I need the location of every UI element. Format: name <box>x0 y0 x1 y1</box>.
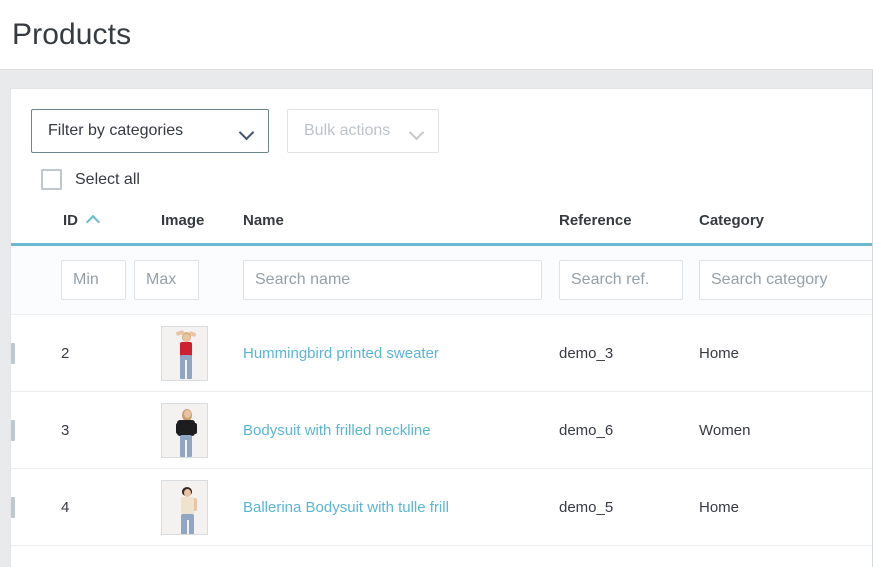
header-checkbox-column <box>11 212 61 246</box>
caret-up-icon[interactable] <box>87 214 100 224</box>
column-header-image-label: Image <box>161 212 205 229</box>
table-body: 2 Hummingbird printed sweater demo_3 Hom… <box>11 314 872 546</box>
table-row[interactable]: 3 Bodysuit with frilled neckline demo_6 … <box>11 391 872 469</box>
filter-cell-category <box>699 244 872 315</box>
bulk-actions-button[interactable]: Bulk actions <box>287 109 440 153</box>
column-header-id[interactable]: ID <box>61 212 161 246</box>
select-all-checkbox[interactable] <box>41 169 62 190</box>
row-checkbox-cell <box>11 391 61 469</box>
table-head: ID Image Name Reference Category <box>11 212 872 246</box>
workspace: Filter by categories Bulk actions Select… <box>0 70 873 567</box>
chevron-down-icon <box>240 127 254 136</box>
column-header-category[interactable]: Category <box>699 212 872 246</box>
column-header-id-label: ID <box>63 212 78 229</box>
product-thumbnail <box>161 402 208 458</box>
chevron-down-icon <box>410 127 424 136</box>
product-name-link[interactable]: Ballerina Bodysuit with tulle frill <box>243 499 449 516</box>
search-reference-input[interactable] <box>559 260 683 300</box>
id-min-input[interactable] <box>61 260 126 300</box>
row-id: 2 <box>61 314 161 392</box>
row-name-cell: Hummingbird printed sweater <box>243 314 559 392</box>
row-category: Women <box>699 391 872 469</box>
column-header-image: Image <box>161 212 243 246</box>
row-reference: demo_6 <box>559 391 699 469</box>
product-name-link[interactable]: Bodysuit with frilled neckline <box>243 422 431 439</box>
row-checkbox[interactable] <box>11 496 15 518</box>
row-image-cell <box>161 391 243 469</box>
bulk-actions-label: Bulk actions <box>304 122 391 139</box>
column-header-category-label: Category <box>699 212 765 229</box>
toolbar: Filter by categories Bulk actions <box>11 89 872 153</box>
table-row[interactable]: 2 Hummingbird printed sweater demo_3 Hom… <box>11 314 872 392</box>
row-image-cell <box>161 314 243 392</box>
filter-cell-reference <box>559 244 699 315</box>
row-image-cell <box>161 468 243 546</box>
filter-row <box>11 244 872 315</box>
filter-by-categories-button[interactable]: Filter by categories <box>31 109 269 153</box>
filter-by-categories-label: Filter by categories <box>48 122 184 139</box>
table-filter-body <box>11 244 872 315</box>
row-id: 4 <box>61 468 161 546</box>
product-name-link[interactable]: Hummingbird printed sweater <box>243 345 439 362</box>
select-all-row: Select all <box>11 153 872 190</box>
search-name-input[interactable] <box>243 260 542 300</box>
search-category-input[interactable] <box>699 260 872 300</box>
row-checkbox[interactable] <box>11 419 15 441</box>
row-checkbox-cell <box>11 314 61 392</box>
filter-cell-checkbox <box>11 244 61 315</box>
row-reference: demo_5 <box>559 468 699 546</box>
page-header: Products <box>0 0 873 70</box>
row-id: 3 <box>61 391 161 469</box>
column-header-name-label: Name <box>243 212 284 229</box>
page-title: Products <box>12 17 132 51</box>
filter-cell-name <box>243 244 559 315</box>
select-all-label: Select all <box>75 170 140 188</box>
row-checkbox[interactable] <box>11 342 15 364</box>
row-checkbox-cell <box>11 468 61 546</box>
table-header-row: ID Image Name Reference Category <box>11 212 872 246</box>
row-name-cell: Ballerina Bodysuit with tulle frill <box>243 468 559 546</box>
products-table: ID Image Name Reference Category Min Max… <box>11 212 872 546</box>
row-name-cell: Bodysuit with frilled neckline <box>243 391 559 469</box>
column-header-reference[interactable]: Reference <box>559 212 699 246</box>
table-row[interactable]: 4 Ballerina Bodysuit with tulle frill de… <box>11 468 872 546</box>
column-header-reference-label: Reference <box>559 212 632 229</box>
row-category: Home <box>699 314 872 392</box>
row-reference: demo_3 <box>559 314 699 392</box>
product-thumbnail <box>161 325 208 381</box>
products-card: Filter by categories Bulk actions Select… <box>10 88 872 567</box>
id-max-input[interactable] <box>134 260 199 300</box>
row-category: Home <box>699 468 872 546</box>
column-header-name[interactable]: Name <box>243 212 559 246</box>
filter-cell-id <box>61 244 199 315</box>
product-thumbnail <box>161 479 208 535</box>
